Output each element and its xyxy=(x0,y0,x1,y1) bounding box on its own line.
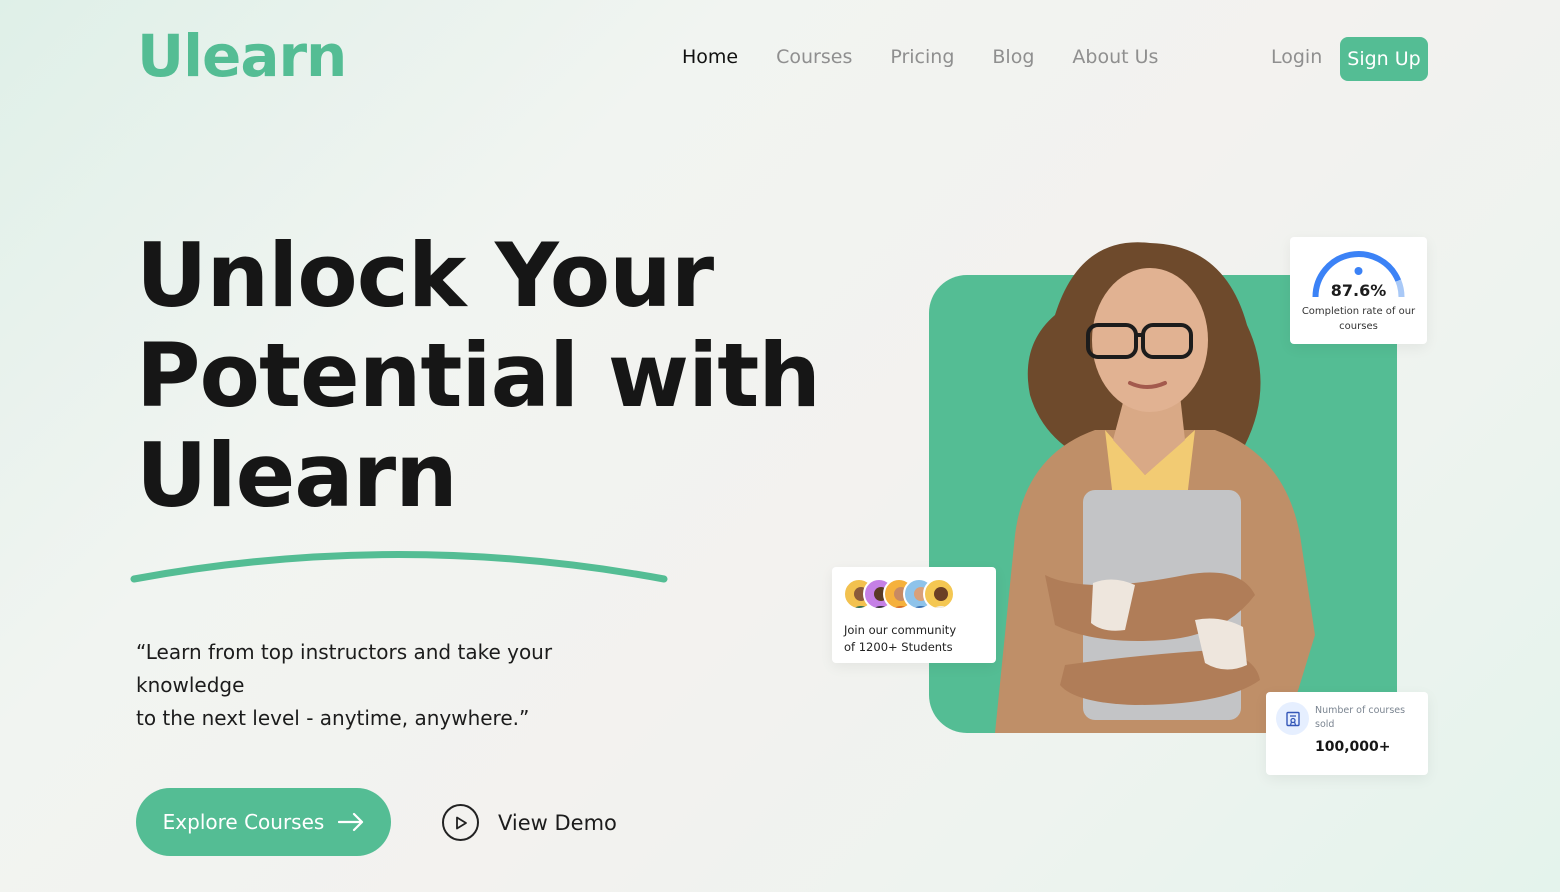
hero-quote-line: “Learn from top instructors and take you… xyxy=(136,640,553,697)
hero-title-line: Ulearn xyxy=(136,424,458,527)
gauge-center-dot xyxy=(1354,267,1363,275)
hero-quote-line: to the next level - anytime, anywhere.” xyxy=(136,706,530,730)
hero-title-line: Unlock Your xyxy=(136,224,714,327)
login-link[interactable]: Login xyxy=(1271,46,1322,68)
completion-rate-value: 87.6% xyxy=(1330,281,1387,300)
view-demo-button[interactable]: View Demo xyxy=(442,804,617,841)
community-card: Join our community of 1200+ Students xyxy=(832,567,996,663)
play-icon xyxy=(442,804,479,841)
nav-about-us[interactable]: About Us xyxy=(1072,46,1158,68)
brand-logo[interactable]: Ulearn xyxy=(137,22,347,90)
certificate-icon xyxy=(1276,702,1309,735)
completion-rate-card: 87.6% Completion rate of our courses xyxy=(1290,237,1427,344)
community-line: Join our community xyxy=(844,623,957,637)
hero-quote: “Learn from top instructors and take you… xyxy=(136,636,656,735)
nav-blog[interactable]: Blog xyxy=(992,46,1034,68)
view-demo-label: View Demo xyxy=(498,810,617,835)
nav-courses[interactable]: Courses xyxy=(776,46,852,68)
hero-title: Unlock Your Potential with Ulearn xyxy=(136,226,836,526)
courses-sold-label: Number of courses sold xyxy=(1315,705,1406,730)
community-text: Join our community of 1200+ Students xyxy=(844,622,989,656)
courses-sold-value: 100,000+ xyxy=(1315,739,1391,755)
nav-home[interactable]: Home xyxy=(682,46,738,68)
explore-courses-button[interactable]: Explore Courses xyxy=(136,788,391,856)
courses-sold-card: Number of courses sold 100,000+ xyxy=(1266,692,1428,775)
nav-pricing[interactable]: Pricing xyxy=(890,46,954,68)
community-line: of 1200+ Students xyxy=(844,640,953,654)
main-nav: Home Courses Pricing Blog About Us xyxy=(682,46,1158,68)
signup-button[interactable]: Sign Up xyxy=(1340,37,1428,81)
explore-courses-label: Explore Courses xyxy=(162,810,325,834)
underline-swoosh xyxy=(130,551,668,583)
arrow-right-icon xyxy=(338,812,364,832)
completion-rate-caption: Completion rate of our courses xyxy=(1301,306,1416,332)
avatar xyxy=(923,578,955,610)
hero-title-line: Potential with xyxy=(136,324,821,427)
avatar-stack xyxy=(843,578,955,610)
student-photo xyxy=(995,242,1315,733)
